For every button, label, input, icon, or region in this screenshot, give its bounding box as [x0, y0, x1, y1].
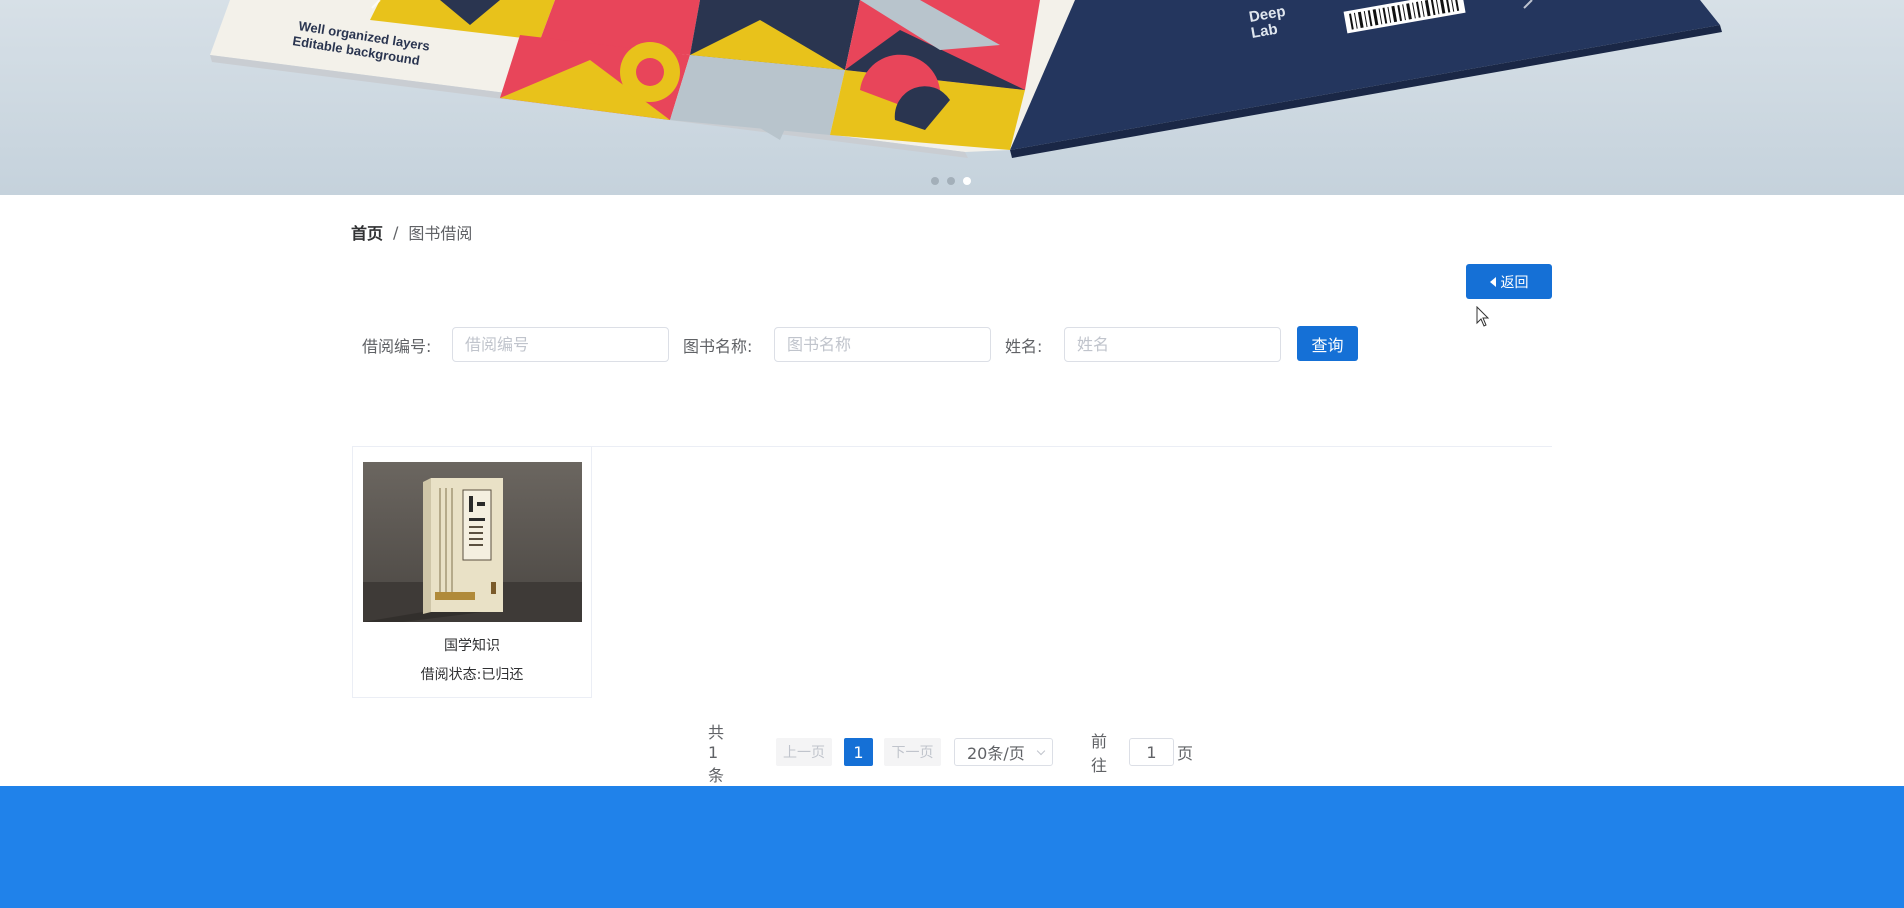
prev-page-button[interactable]: 上一页	[776, 738, 832, 766]
query-button[interactable]: 查询	[1297, 326, 1358, 361]
carousel-dot-2[interactable]	[947, 177, 955, 185]
breadcrumb-home[interactable]: 首页	[351, 220, 383, 244]
list-divider	[591, 446, 1552, 447]
name-input[interactable]	[1064, 327, 1281, 362]
footer	[0, 786, 1904, 908]
back-button-label: 返回	[1500, 274, 1529, 291]
goto-page-input[interactable]: 1	[1129, 738, 1174, 766]
mouse-cursor-icon	[1476, 306, 1490, 327]
pagination-total: 共 1 条	[708, 722, 725, 785]
page-size-value: 20条/页	[967, 744, 1025, 763]
carousel-indicators	[931, 177, 971, 185]
book-cover-image	[363, 462, 582, 622]
caret-left-icon	[1489, 276, 1496, 287]
name-label: 姓名:	[1005, 337, 1043, 356]
breadcrumb: 首页 / 图书借阅	[351, 220, 472, 244]
back-button[interactable]: 返回	[1466, 264, 1552, 299]
goto-label: 前往	[1091, 732, 1108, 775]
page-number-1[interactable]: 1	[844, 738, 873, 766]
breadcrumb-separator: /	[393, 222, 399, 242]
book-status: 借阅状态:已归还	[420, 667, 524, 683]
page-size-select[interactable]: 20条/页	[954, 738, 1053, 766]
carousel-dot-3[interactable]	[963, 177, 971, 185]
next-page-button[interactable]: 下一页	[884, 738, 941, 766]
book-title: 国学知识	[444, 638, 500, 654]
book-card[interactable]: 国学知识 借阅状态:已归还	[352, 446, 592, 698]
hero-banner: Well organized layers Editable backgroun…	[0, 0, 1904, 195]
breadcrumb-current: 图书借阅	[408, 224, 473, 243]
page-unit-label: 页	[1177, 744, 1194, 763]
banner-image: Well organized layers Editable backgroun…	[210, 0, 1722, 158]
book-name-label: 图书名称:	[683, 337, 753, 356]
borrow-id-label: 借阅编号:	[362, 337, 432, 356]
chevron-down-icon	[1036, 746, 1046, 755]
book-name-input[interactable]	[774, 327, 991, 362]
carousel-dot-1[interactable]	[931, 177, 939, 185]
borrow-id-input[interactable]	[452, 327, 669, 362]
